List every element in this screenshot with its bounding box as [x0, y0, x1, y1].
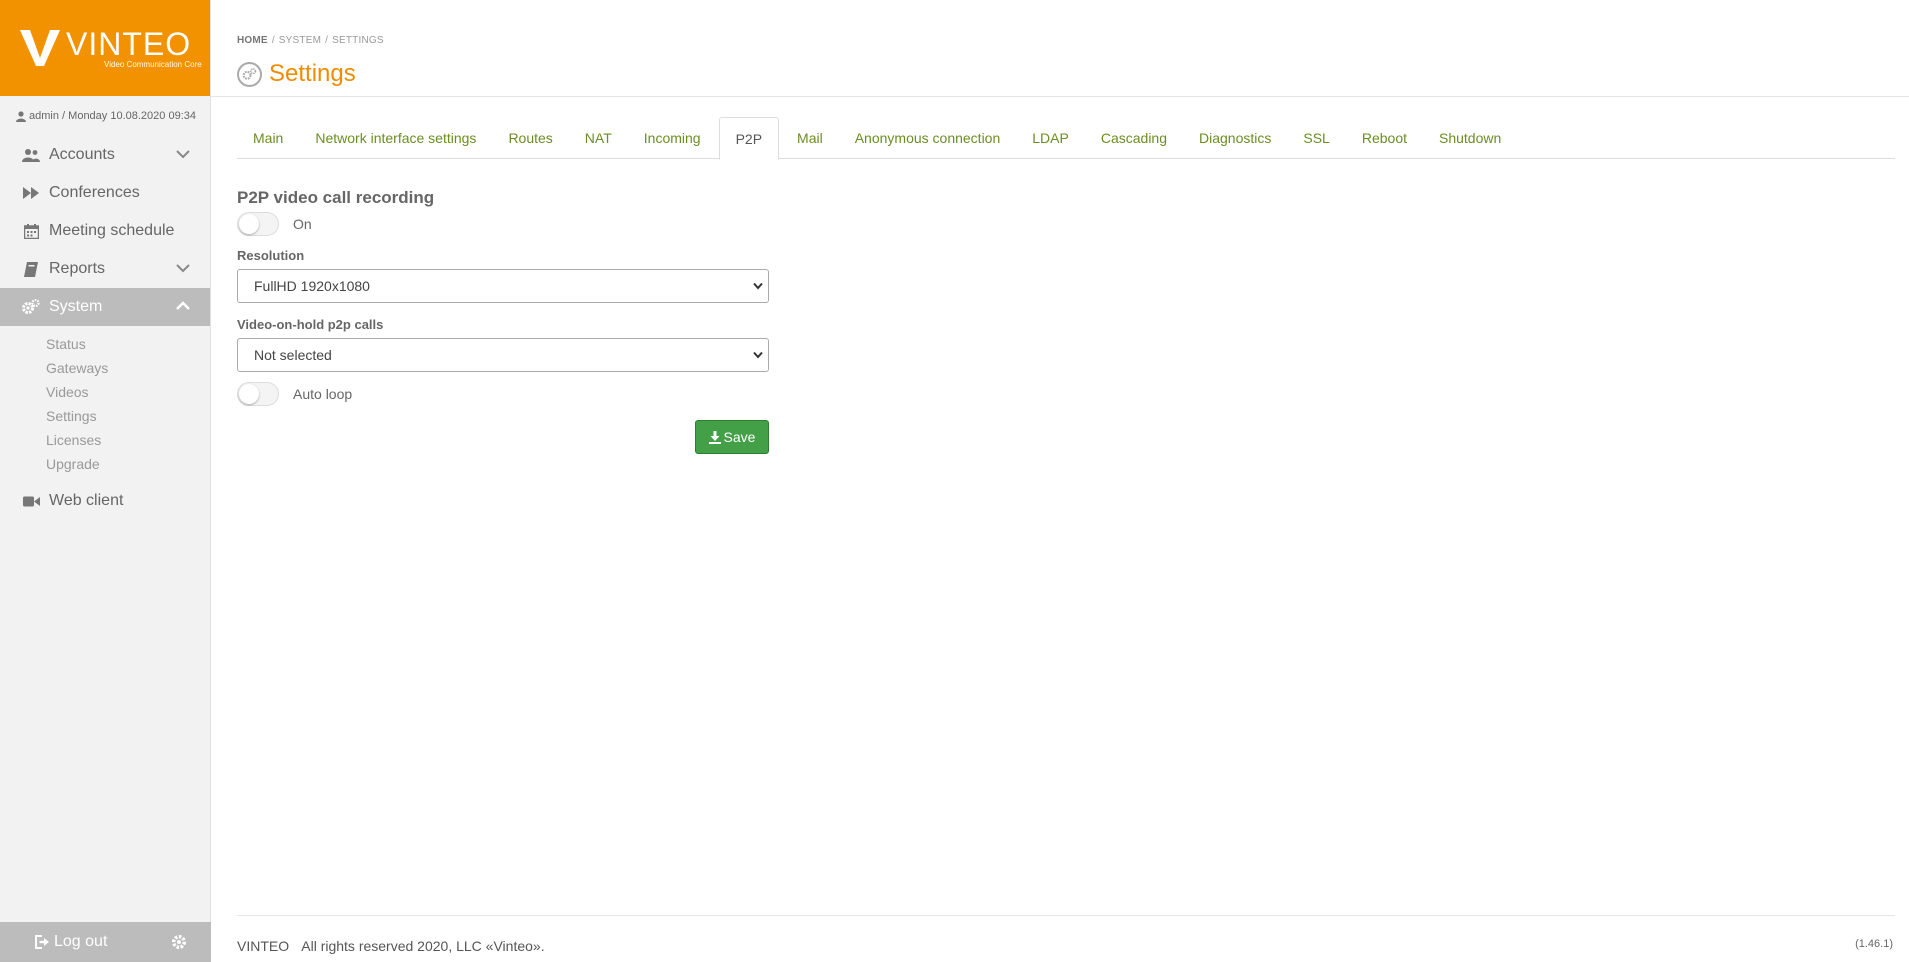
logout-label: Log out	[54, 933, 108, 950]
chevron-down-icon	[753, 282, 763, 290]
tab-ssl[interactable]: SSL	[1287, 117, 1345, 159]
tab-reboot[interactable]: Reboot	[1346, 117, 1423, 159]
tab-incoming[interactable]: Incoming	[628, 117, 717, 159]
tab-p2p[interactable]: P2P	[718, 117, 780, 160]
autoloop-toggle[interactable]	[237, 382, 279, 406]
autoloop-toggle-label: Auto loop	[293, 386, 353, 402]
chevron-down-icon	[176, 264, 190, 273]
sidebar-subitem-upgrade[interactable]: Upgrade	[0, 452, 210, 476]
user-icon	[16, 110, 27, 122]
save-row: Save	[237, 420, 769, 454]
sidebar-item-system[interactable]: System	[0, 288, 210, 326]
download-icon	[708, 430, 721, 444]
sidebar-item-web-client[interactable]: Web client	[0, 482, 210, 520]
sidebar-item-conferences[interactable]: Conferences	[0, 174, 210, 212]
resolution-select[interactable]: FullHD 1920x1080	[237, 269, 769, 303]
brand-tagline: Video Communication Core	[104, 59, 202, 69]
breadcrumb-home[interactable]: HOME	[237, 35, 268, 46]
video-on-hold-label: Video-on-hold p2p calls	[237, 317, 384, 332]
p2p-settings-form: P2P video call recording On Resolution F…	[237, 188, 769, 454]
tab-diagnostics[interactable]: Diagnostics	[1183, 117, 1287, 159]
gear-icon[interactable]	[171, 934, 187, 950]
sidebar-item-meeting-schedule[interactable]: Meeting schedule	[0, 212, 210, 250]
page-header: Settings	[237, 60, 356, 88]
recording-toggle[interactable]	[237, 212, 279, 236]
sidebar-subitem-status[interactable]: Status	[0, 332, 210, 356]
sidebar: VINTEO Video Communication Core admin / …	[0, 0, 211, 962]
footer: VINTEO All rights reserved 2020, LLC «Vi…	[237, 938, 545, 954]
sidebar-item-label: Conferences	[49, 184, 140, 201]
user-line-text: admin / Monday 10.08.2020 09:34	[29, 110, 196, 122]
sidebar-subitem-licenses[interactable]: Licenses	[0, 428, 210, 452]
sidebar-item-reports[interactable]: Reports	[0, 250, 210, 288]
breadcrumb-system[interactable]: SYSTEM	[279, 35, 321, 46]
recording-toggle-row: On	[237, 210, 769, 238]
sidebar-item-label: Reports	[49, 260, 106, 277]
section-title: P2P video call recording	[237, 188, 435, 207]
save-button[interactable]: Save	[695, 420, 769, 454]
tab-cascading[interactable]: Cascading	[1085, 117, 1183, 159]
tab-main[interactable]: Main	[237, 117, 299, 159]
sidebar-subitem-videos[interactable]: Videos	[0, 380, 210, 404]
system-submenu: Status Gateways Videos Settings Licenses…	[0, 326, 210, 482]
page-title: Settings	[269, 60, 356, 87]
settings-tabs: Main Network interface settings Routes N…	[237, 117, 1895, 160]
sidebar-item-label: Accounts	[49, 146, 115, 163]
autoloop-toggle-row: Auto loop	[237, 380, 769, 408]
video-on-hold-select[interactable]: Not selected	[237, 338, 769, 372]
tab-shutdown[interactable]: Shutdown	[1423, 117, 1517, 159]
calendar-icon	[22, 223, 40, 239]
footer-copyright: All rights reserved 2020, LLC «Vinteo».	[301, 938, 545, 954]
sidebar-item-label: Meeting schedule	[49, 222, 175, 239]
footer-brand: VINTEO	[237, 938, 290, 954]
save-label: Save	[723, 429, 756, 445]
logout-button[interactable]: Log out	[35, 933, 107, 951]
video-on-hold-selected-value: Not selected	[254, 347, 332, 363]
sidebar-item-accounts[interactable]: Accounts	[0, 136, 210, 174]
resolution-label: Resolution	[237, 248, 305, 263]
sidebar-item-label: System	[49, 298, 103, 315]
resolution-selected-value: FullHD 1920x1080	[254, 278, 370, 294]
tab-network-interface-settings[interactable]: Network interface settings	[299, 117, 492, 159]
brand-name: VINTEO	[66, 25, 192, 62]
cogs-icon	[22, 299, 40, 315]
breadcrumb-settings: SETTINGS	[332, 35, 384, 46]
user-info: admin / Monday 10.08.2020 09:34	[0, 96, 210, 136]
chevron-down-icon	[176, 150, 190, 159]
tab-ldap[interactable]: LDAP	[1016, 117, 1085, 159]
breadcrumb: HOME / SYSTEM / SETTINGS	[237, 35, 384, 46]
chevron-down-icon	[753, 351, 763, 359]
users-icon	[22, 147, 40, 163]
logo[interactable]: VINTEO Video Communication Core	[0, 0, 210, 96]
version-label: (1.46.1)	[1855, 938, 1893, 950]
settings-icon	[237, 61, 262, 87]
tab-nat[interactable]: NAT	[569, 117, 628, 159]
sidebar-subitem-settings[interactable]: Settings	[0, 404, 210, 428]
recording-toggle-label: On	[293, 216, 312, 232]
sidebar-subitem-gateways[interactable]: Gateways	[0, 356, 210, 380]
main-content: HOME / SYSTEM / SETTINGS Settings Main Netwo…	[211, 0, 1909, 962]
video-camera-icon	[22, 493, 40, 509]
sidebar-item-label: Web client	[49, 492, 124, 509]
tab-mail[interactable]: Mail	[781, 117, 839, 159]
vinteo-logo-icon	[20, 30, 60, 66]
book-icon	[22, 261, 40, 277]
tab-routes[interactable]: Routes	[492, 117, 568, 159]
sidebar-footer: Log out	[0, 922, 211, 962]
tab-anonymous-connection[interactable]: Anonymous connection	[839, 117, 1017, 159]
chevron-up-icon	[176, 301, 190, 310]
footer-divider	[237, 915, 1895, 916]
header-divider	[211, 96, 1909, 97]
fast-forward-icon	[22, 185, 40, 201]
sign-out-icon	[35, 935, 49, 949]
